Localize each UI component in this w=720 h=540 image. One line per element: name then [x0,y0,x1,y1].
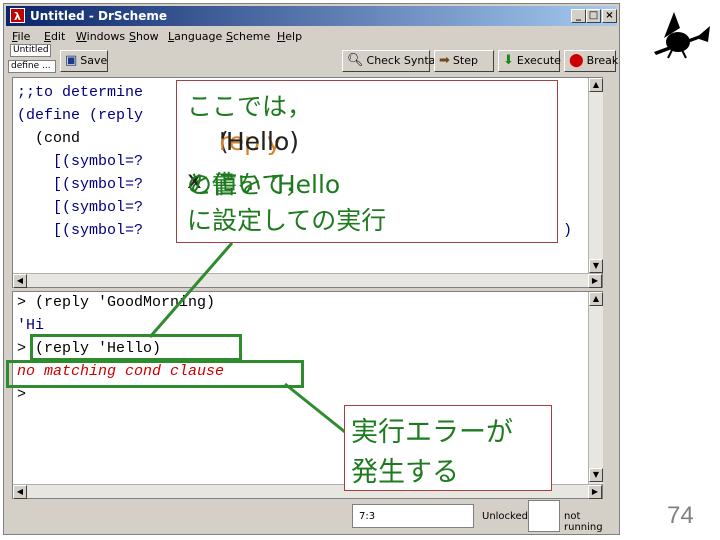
witch-logo [650,8,712,66]
highlight-box-error [6,360,304,388]
callout-text-part: の値を 'Hello [187,170,341,199]
callout-explanation: ここでは， (reply 'Hello) と書いて， x の値を 'Hello に… [176,80,558,243]
callout-text: に設定しての実行 [187,206,387,235]
callout-code-rest: 'Hello) [219,127,299,156]
highlight-box-expression [30,334,242,361]
callout-error-note: 実行エラーが 発生する [344,405,552,491]
callout-leader-line [284,382,346,434]
callout-text: 発生する [351,457,459,488]
callout-text: 実行エラーが [351,417,513,448]
page-number: 74 [667,502,694,529]
callout-leader-line [148,242,234,338]
callout-text: ここでは， [187,92,313,121]
witch-logo-icon [654,12,710,59]
